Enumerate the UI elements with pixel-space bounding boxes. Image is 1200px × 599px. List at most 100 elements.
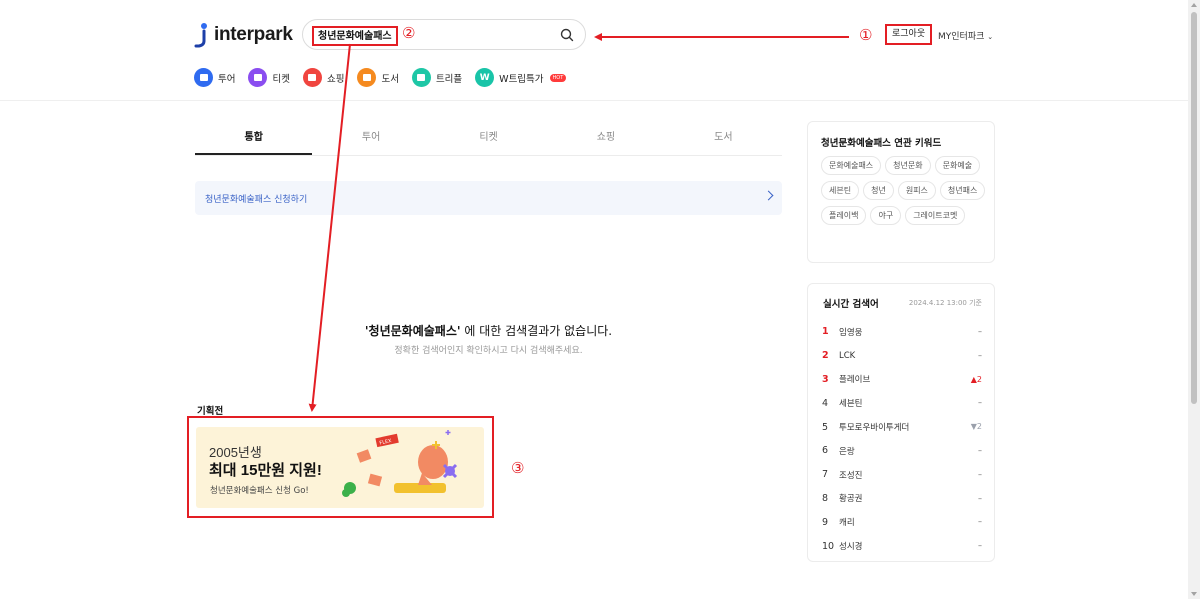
exhibition-banner[interactable]: 2005년생 최대 15만원 지원! 청년문화예술패스 신청 Go! FLEX bbox=[196, 427, 484, 508]
annotation-one: ① bbox=[859, 26, 873, 44]
no-result-main: '청년문화예술패스' 에 대한 검색결과가 없습니다. bbox=[195, 322, 782, 339]
nav-item-label: W트립특가 bbox=[499, 73, 544, 85]
keyword-tag[interactable]: 그레이트코멧 bbox=[905, 206, 966, 225]
rank-keyword: LCK bbox=[839, 350, 856, 361]
rank-trend: – bbox=[978, 327, 982, 336]
keyword-tag[interactable]: 문화예술 bbox=[934, 156, 981, 175]
rank-number: 7 bbox=[822, 469, 829, 481]
nav-item-wtrip[interactable]: W W트립특가 HOT bbox=[475, 68, 567, 87]
scroll-up-icon[interactable] bbox=[1191, 3, 1197, 7]
service-nav: 투어 티켓 쇼핑 도서 트리플 W W트립특가 HOT bbox=[194, 68, 567, 87]
promo-badge: FLEX bbox=[379, 438, 393, 447]
apply-banner[interactable]: 청년문화예술패스 신청하기 bbox=[195, 181, 782, 215]
rank-keyword: 플레이브 bbox=[839, 375, 871, 386]
realtime-timestamp: 2024.4.12 13:00 기준 bbox=[908, 299, 982, 307]
realtime-row[interactable]: 1 임영웅 – bbox=[822, 320, 982, 344]
search-box[interactable]: 청년문화예술패스 bbox=[302, 19, 586, 50]
promo-line-2: 최대 15만원 지원! bbox=[209, 462, 322, 479]
tab-tour[interactable]: 투어 bbox=[312, 121, 429, 155]
realtime-title: 실시간 검색어 bbox=[823, 299, 879, 310]
rank-keyword: 성시경 bbox=[839, 542, 863, 553]
exhibition-title: 기획전 bbox=[197, 406, 224, 417]
rank-keyword: 캐리 bbox=[839, 518, 855, 529]
page-scrollbar[interactable] bbox=[1188, 0, 1200, 599]
realtime-row[interactable]: 7 조성진 – bbox=[822, 463, 982, 487]
no-result-sub: 정확한 검색어인지 확인하시고 다시 검색해주세요. bbox=[394, 346, 583, 356]
realtime-row[interactable]: 4 세븐틴 – bbox=[822, 391, 982, 415]
tab-book[interactable]: 도서 bbox=[665, 121, 782, 155]
no-result-keyword: '청년문화예술패스' bbox=[364, 324, 461, 338]
my-interpark-link[interactable]: MY인터파크 ⌄ bbox=[938, 29, 993, 42]
rank-number: 8 bbox=[822, 492, 829, 504]
nav-item-ticket[interactable]: 티켓 bbox=[248, 68, 290, 87]
rank-keyword: 세븐틴 bbox=[839, 399, 863, 410]
realtime-row[interactable]: 3 플레이브 ▲2 bbox=[822, 368, 982, 392]
keyword-tag[interactable]: 문화예술패스 bbox=[821, 156, 882, 175]
chevron-down-icon: ⌄ bbox=[987, 33, 994, 41]
realtime-list: 1 임영웅 – 2 LCK – 3 플레이브 ▲2 4 세븐틴 – 5 투모로우바이투게더 ▼2 6… bbox=[822, 320, 982, 558]
rank-number: 4 bbox=[822, 397, 829, 409]
realtime-row[interactable]: 6 은랑 – bbox=[822, 439, 982, 463]
nav-item-tour[interactable]: 투어 bbox=[194, 68, 235, 87]
related-keywords-title: 청년문화예술패스 연관 키워드 bbox=[821, 138, 942, 149]
realtime-row[interactable]: 8 황공권 – bbox=[822, 487, 982, 511]
keyword-tag[interactable]: 플레이백 bbox=[821, 206, 867, 225]
wtrip-icon: W bbox=[475, 68, 495, 87]
keyword-tag[interactable]: 청년패스 bbox=[939, 181, 986, 200]
apply-banner-label: 청년문화예술패스 신청하기 bbox=[205, 195, 308, 205]
tab-shopping[interactable]: 쇼핑 bbox=[547, 121, 664, 155]
logout-button[interactable]: 로그아웃 bbox=[885, 24, 933, 45]
rank-keyword: 임영웅 bbox=[839, 327, 863, 338]
book-icon bbox=[357, 68, 377, 87]
rank-trend: – bbox=[978, 493, 982, 503]
triple-icon bbox=[411, 68, 431, 87]
rank-trend: – bbox=[978, 445, 982, 455]
rank-trend: – bbox=[978, 398, 982, 408]
rank-number: 5 bbox=[822, 421, 829, 433]
nav-item-shopping[interactable]: 쇼핑 bbox=[302, 68, 344, 87]
rank-keyword: 은랑 bbox=[839, 446, 855, 457]
tab-all[interactable]: 통합 bbox=[195, 121, 313, 155]
header-divider bbox=[0, 100, 1188, 101]
realtime-row[interactable]: 2 LCK – bbox=[822, 344, 982, 368]
shopping-icon bbox=[302, 68, 322, 87]
realtime-row[interactable]: 9 캐리 – bbox=[822, 510, 982, 534]
rank-number: 9 bbox=[822, 516, 829, 528]
realtime-row[interactable]: 10 성시경 – bbox=[822, 534, 982, 558]
realtime-row[interactable]: 5 투모로우바이투게더 ▼2 bbox=[822, 415, 982, 439]
search-tabs: 통합 투어 티켓 쇼핑 도서 bbox=[195, 121, 782, 156]
interpark-logo[interactable]: interpark bbox=[194, 22, 293, 48]
annotation-two: ② bbox=[402, 24, 416, 42]
nav-item-label: 트리플 bbox=[435, 73, 463, 85]
keyword-tag[interactable]: 청년 bbox=[863, 181, 894, 200]
promo-illustration: FLEX bbox=[342, 430, 458, 497]
nav-item-label: 투어 bbox=[218, 73, 236, 85]
rank-trend: – bbox=[978, 517, 982, 527]
no-result-message: '청년문화예술패스' 에 대한 검색결과가 없습니다. 정확한 검색어인지 확인… bbox=[195, 322, 782, 356]
hot-badge: HOT bbox=[549, 73, 567, 82]
keyword-tag[interactable]: 야구 bbox=[870, 206, 902, 225]
realtime-search-card: 실시간 검색어 2024.4.12 13:00 기준 1 임영웅 – 2 LCK – 3… bbox=[807, 283, 995, 562]
chevron-right-icon bbox=[763, 190, 774, 201]
nav-item-triple[interactable]: 트리플 bbox=[411, 68, 463, 87]
scroll-down-icon[interactable] bbox=[1191, 592, 1197, 596]
rank-trend: ▼2 bbox=[970, 422, 982, 432]
rank-trend: ▲2 bbox=[970, 374, 982, 384]
annotation-three: ③ bbox=[511, 459, 525, 477]
rank-number: 1 bbox=[822, 326, 829, 338]
no-result-text: 에 대한 검색결과가 없습니다. bbox=[460, 324, 613, 338]
keyword-tag[interactable]: 세븐틴 bbox=[821, 181, 860, 200]
nav-item-book[interactable]: 도서 bbox=[357, 68, 399, 87]
search-input[interactable]: 청년문화예술패스 bbox=[312, 26, 398, 46]
keyword-tag[interactable]: 청년문화 bbox=[885, 156, 931, 175]
rank-number: 3 bbox=[822, 373, 829, 385]
nav-item-label: 도서 bbox=[381, 73, 399, 85]
rank-trend: – bbox=[978, 541, 982, 551]
keyword-tag[interactable]: 원피스 bbox=[897, 181, 936, 200]
tab-ticket[interactable]: 티켓 bbox=[430, 121, 547, 155]
scrollbar-thumb[interactable] bbox=[1191, 12, 1197, 404]
search-icon[interactable] bbox=[559, 27, 575, 43]
ticket-icon bbox=[248, 68, 268, 87]
rank-keyword: 조성진 bbox=[839, 470, 863, 481]
rank-number: 10 bbox=[822, 540, 835, 552]
